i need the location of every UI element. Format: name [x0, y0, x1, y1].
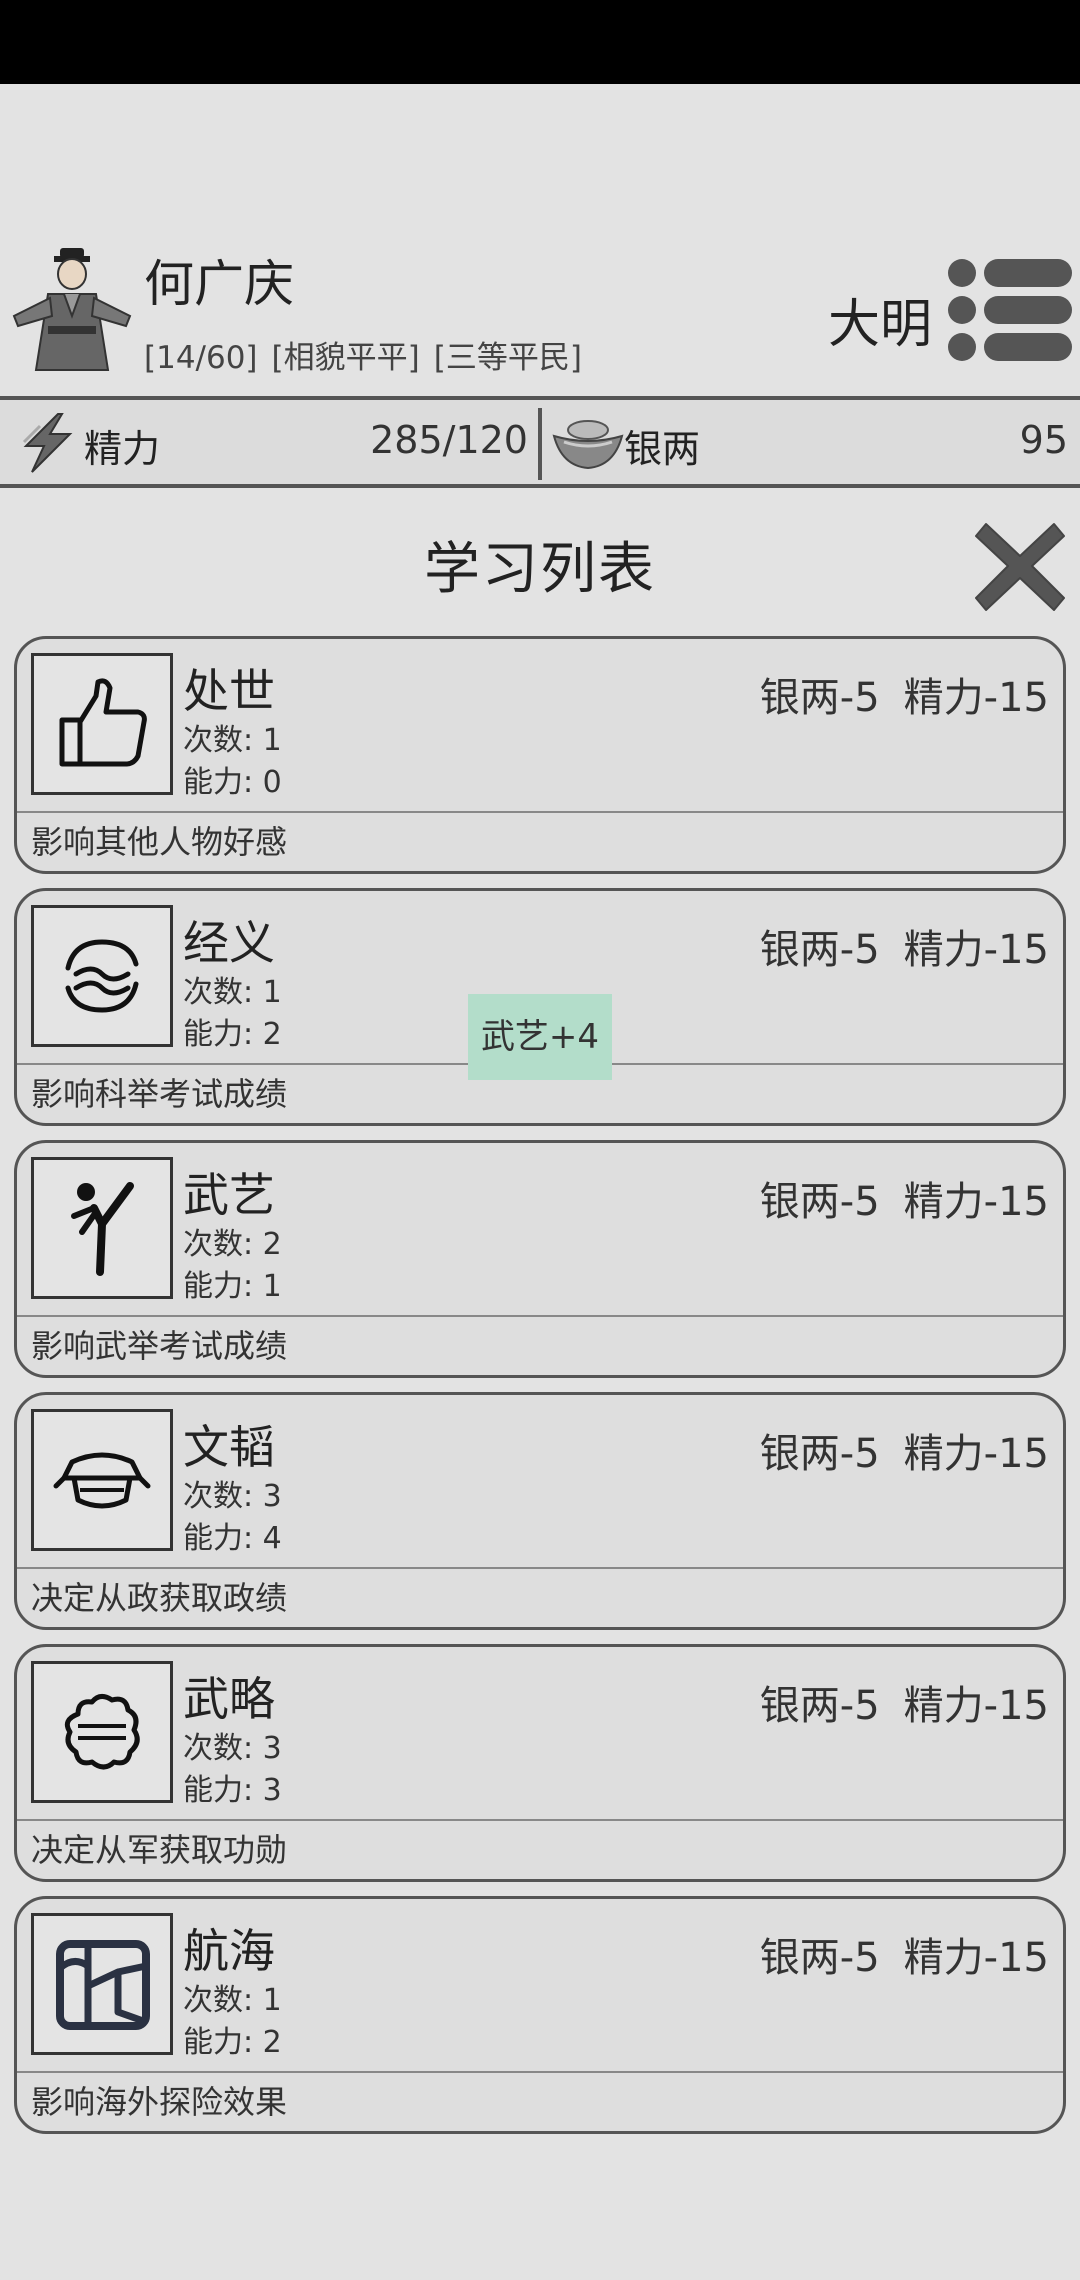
skill-card-wulve[interactable]: 武略 次数: 3 能力: 3 银两-5 精力-15 决定从军获取功勋 — [14, 1644, 1066, 1882]
cost-silver: 银两-5 — [759, 1179, 880, 1225]
skill-ability: 能力: 2 — [183, 2025, 282, 2060]
skill-ability: 能力: 2 — [183, 1017, 282, 1052]
close-icon — [975, 523, 1065, 611]
skill-list: 处世 次数: 1 能力: 0 银两-5 精力-15 影响其他人物好感 经义 次数:… — [14, 636, 1066, 2148]
skill-description: 影响海外探险效果 — [31, 2083, 288, 2121]
cost-silver: 银两-5 — [759, 1935, 880, 1981]
scholar-avatar-icon — [12, 248, 132, 371]
skill-ability: 能力: 3 — [183, 1773, 282, 1808]
thumbs-up-icon — [59, 678, 147, 767]
silver-ingot-icon — [552, 416, 624, 472]
skill-ability: 能力: 4 — [183, 1521, 282, 1556]
character-name: 何广庆 — [144, 255, 294, 313]
character-tags: [14/60] [相貌平平] [三等平民] — [144, 332, 596, 377]
menu-list-icon — [948, 259, 1072, 361]
skill-name: 处世 — [183, 664, 275, 718]
cost-silver: 银两-5 — [759, 927, 880, 973]
skill-count: 次数: 1 — [183, 723, 282, 758]
skill-count: 次数: 3 — [183, 1731, 282, 1766]
cost-energy: 精力-15 — [903, 1431, 1049, 1477]
character-avatar[interactable] — [8, 246, 136, 376]
skill-icon-box — [31, 1157, 173, 1299]
skill-description: 决定从政获取政绩 — [31, 1579, 288, 1617]
character-looks-tag: [相貌平平] — [271, 340, 420, 376]
official-hat-icon — [53, 1452, 151, 1509]
skill-card-chushi[interactable]: 处世 次数: 1 能力: 0 银两-5 精力-15 影响其他人物好感 — [14, 636, 1066, 874]
skill-cost: 银两-5 精力-15 — [760, 1169, 1049, 1227]
cost-energy: 精力-15 — [903, 1179, 1049, 1225]
scholar-swirl-icon — [65, 939, 139, 1013]
cost-energy: 精力-15 — [903, 1935, 1049, 1981]
brain-strategy-icon — [64, 1694, 140, 1770]
skill-description: 影响武举考试成绩 — [31, 1327, 288, 1365]
martial-kick-icon — [71, 1182, 134, 1276]
skill-name: 武略 — [183, 1672, 275, 1726]
skill-cost: 银两-5 精力-15 — [760, 1673, 1049, 1731]
energy-value: 285/120 — [370, 418, 528, 462]
energy-label: 精力 — [84, 427, 161, 471]
sea-map-icon — [56, 1940, 150, 2030]
skill-cost: 银两-5 精力-15 — [760, 1421, 1049, 1479]
dynasty-label: 大明 — [828, 295, 933, 355]
skill-cost: 银两-5 精力-15 — [760, 1925, 1049, 1983]
skill-name: 文韬 — [183, 1420, 275, 1474]
status-bar — [0, 0, 1080, 84]
skill-card-hanghai[interactable]: 航海 次数: 1 能力: 2 银两-5 精力-15 影响海外探险效果 — [14, 1896, 1066, 2134]
cost-energy: 精力-15 — [903, 927, 1049, 973]
gain-toast: 武艺+4 — [468, 994, 612, 1080]
skill-name: 武艺 — [183, 1168, 275, 1222]
skill-name: 经义 — [183, 916, 275, 970]
cost-silver: 银两-5 — [759, 1431, 880, 1477]
lightning-icon — [18, 412, 78, 474]
silver-label: 银两 — [624, 427, 701, 471]
skill-description: 影响其他人物好感 — [31, 823, 288, 861]
resource-divider — [538, 408, 542, 480]
skill-count: 次数: 1 — [183, 1983, 282, 2018]
panel-title: 学习列表 — [424, 537, 656, 602]
cost-energy: 精力-15 — [903, 1683, 1049, 1729]
character-age-tag: [14/60] — [144, 340, 258, 376]
skill-count: 次数: 3 — [183, 1479, 282, 1514]
cost-silver: 银两-5 — [759, 1683, 880, 1729]
skill-ability: 能力: 0 — [183, 765, 282, 800]
skill-cost: 银两-5 精力-15 — [760, 665, 1049, 723]
close-button[interactable] — [974, 520, 1066, 612]
skill-name: 航海 — [183, 1924, 275, 1978]
resource-bar: 精力 285/120 银两 95 — [0, 396, 1080, 488]
skill-card-wuyi[interactable]: 武艺 次数: 2 能力: 1 银两-5 精力-15 影响武举考试成绩 — [14, 1140, 1066, 1378]
skill-ability: 能力: 1 — [183, 1269, 282, 1304]
skill-description: 决定从军获取功勋 — [31, 1831, 288, 1869]
menu-button[interactable] — [944, 255, 1074, 365]
skill-cost: 银两-5 精力-15 — [760, 917, 1049, 975]
skill-count: 次数: 1 — [183, 975, 282, 1010]
skill-description: 影响科举考试成绩 — [31, 1075, 288, 1113]
skill-icon-box — [31, 905, 173, 1047]
character-class-tag: [三等平民] — [433, 340, 582, 376]
cost-energy: 精力-15 — [903, 675, 1049, 721]
skill-card-wentao[interactable]: 文韬 次数: 3 能力: 4 银两-5 精力-15 决定从政获取政绩 — [14, 1392, 1066, 1630]
skill-count: 次数: 2 — [183, 1227, 282, 1262]
skill-icon-box — [31, 1913, 173, 2055]
skill-icon-box — [31, 1661, 173, 1803]
silver-value: 95 — [1019, 418, 1068, 462]
skill-icon-box — [31, 1409, 173, 1551]
skill-icon-box — [31, 653, 173, 795]
cost-silver: 银两-5 — [759, 675, 880, 721]
